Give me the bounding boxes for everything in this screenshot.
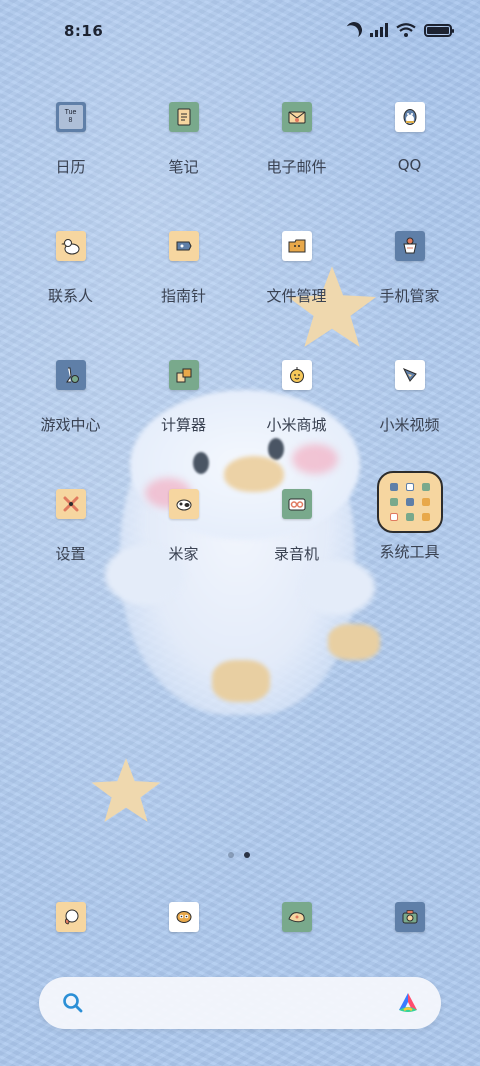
app-grid: Tue 8 日历 笔记 电子邮件 QQ 联系人 指南针 文件管理 手机管家 游戏… — [14, 100, 466, 616]
compass-icon — [168, 231, 199, 261]
app-label: 文件管理 — [266, 287, 327, 305]
app-label: 日历 — [55, 158, 86, 176]
app-calendar[interactable]: Tue 8 日历 — [14, 100, 127, 229]
app-qq[interactable]: QQ — [353, 100, 466, 229]
dock — [14, 900, 466, 940]
mi-video-icon — [394, 360, 425, 390]
app-label: 联系人 — [47, 287, 93, 305]
email-icon — [281, 102, 312, 132]
app-label: 游戏中心 — [40, 416, 101, 434]
security-icon — [394, 231, 425, 261]
app-label: 电子邮件 — [266, 158, 327, 176]
app-label: 手机管家 — [379, 287, 440, 305]
app-notes[interactable]: 笔记 — [127, 100, 240, 229]
page-dot-1[interactable] — [228, 852, 234, 858]
app-label: 米家 — [168, 545, 199, 563]
app-settings[interactable]: 设置 — [14, 487, 127, 616]
app-game-center[interactable]: 游戏中心 — [14, 358, 127, 487]
app-mi-store[interactable]: 小米商城 — [240, 358, 353, 487]
assistant-icon[interactable] — [395, 990, 421, 1016]
browser-icon — [281, 902, 312, 932]
calculator-icon — [168, 360, 199, 390]
page-dot-2[interactable] — [244, 852, 250, 858]
game-center-icon — [55, 360, 86, 390]
dock-camera[interactable] — [353, 900, 466, 940]
app-recorder[interactable]: 录音机 — [240, 487, 353, 616]
file-manager-icon — [281, 231, 312, 261]
status-time: 8:16 — [64, 22, 104, 40]
calendar-date: 8 — [68, 117, 73, 124]
app-contacts[interactable]: 联系人 — [14, 229, 127, 358]
app-mi-home[interactable]: 米家 — [127, 487, 240, 616]
dock-messages[interactable] — [127, 900, 240, 940]
app-email[interactable]: 电子邮件 — [240, 100, 353, 229]
moon-icon — [344, 20, 365, 41]
app-label: 计算器 — [160, 416, 206, 434]
notes-icon — [168, 102, 199, 132]
contacts-icon — [55, 231, 86, 261]
mi-store-icon — [281, 360, 312, 390]
status-bar: 8:16 — [0, 0, 480, 62]
messages-icon — [168, 902, 199, 932]
folder-icon — [376, 471, 443, 533]
dock-phone[interactable] — [14, 900, 127, 940]
settings-icon — [55, 489, 86, 519]
app-calculator[interactable]: 计算器 — [127, 358, 240, 487]
search-icon[interactable] — [61, 991, 85, 1015]
qq-icon — [394, 102, 425, 132]
signal-icon — [370, 23, 388, 37]
phone-icon — [55, 902, 86, 932]
app-label: 设置 — [55, 545, 86, 563]
page-indicator — [228, 852, 250, 858]
app-security[interactable]: 手机管家 — [353, 229, 466, 358]
recorder-icon — [281, 489, 312, 519]
folder-label: 系统工具 — [379, 543, 440, 561]
app-label: 指南针 — [160, 287, 206, 305]
folder-system-tools[interactable]: 系统工具 — [353, 471, 466, 616]
dock-browser[interactable] — [240, 900, 353, 940]
app-label: 小米商城 — [266, 416, 327, 434]
calendar-day: Tue — [64, 109, 77, 116]
app-mi-video[interactable]: 小米视频 — [353, 358, 466, 487]
camera-icon — [394, 902, 425, 932]
app-label: 小米视频 — [379, 416, 440, 434]
app-file-manager[interactable]: 文件管理 — [240, 229, 353, 358]
mi-home-icon — [168, 489, 199, 519]
app-compass[interactable]: 指南针 — [127, 229, 240, 358]
wifi-icon — [396, 23, 416, 37]
search-bar[interactable] — [39, 977, 441, 1029]
calendar-icon: Tue 8 — [55, 102, 86, 132]
app-label: 笔记 — [168, 158, 199, 176]
app-label: QQ — [397, 156, 422, 174]
battery-icon — [424, 23, 454, 37]
app-label: 录音机 — [273, 545, 319, 563]
